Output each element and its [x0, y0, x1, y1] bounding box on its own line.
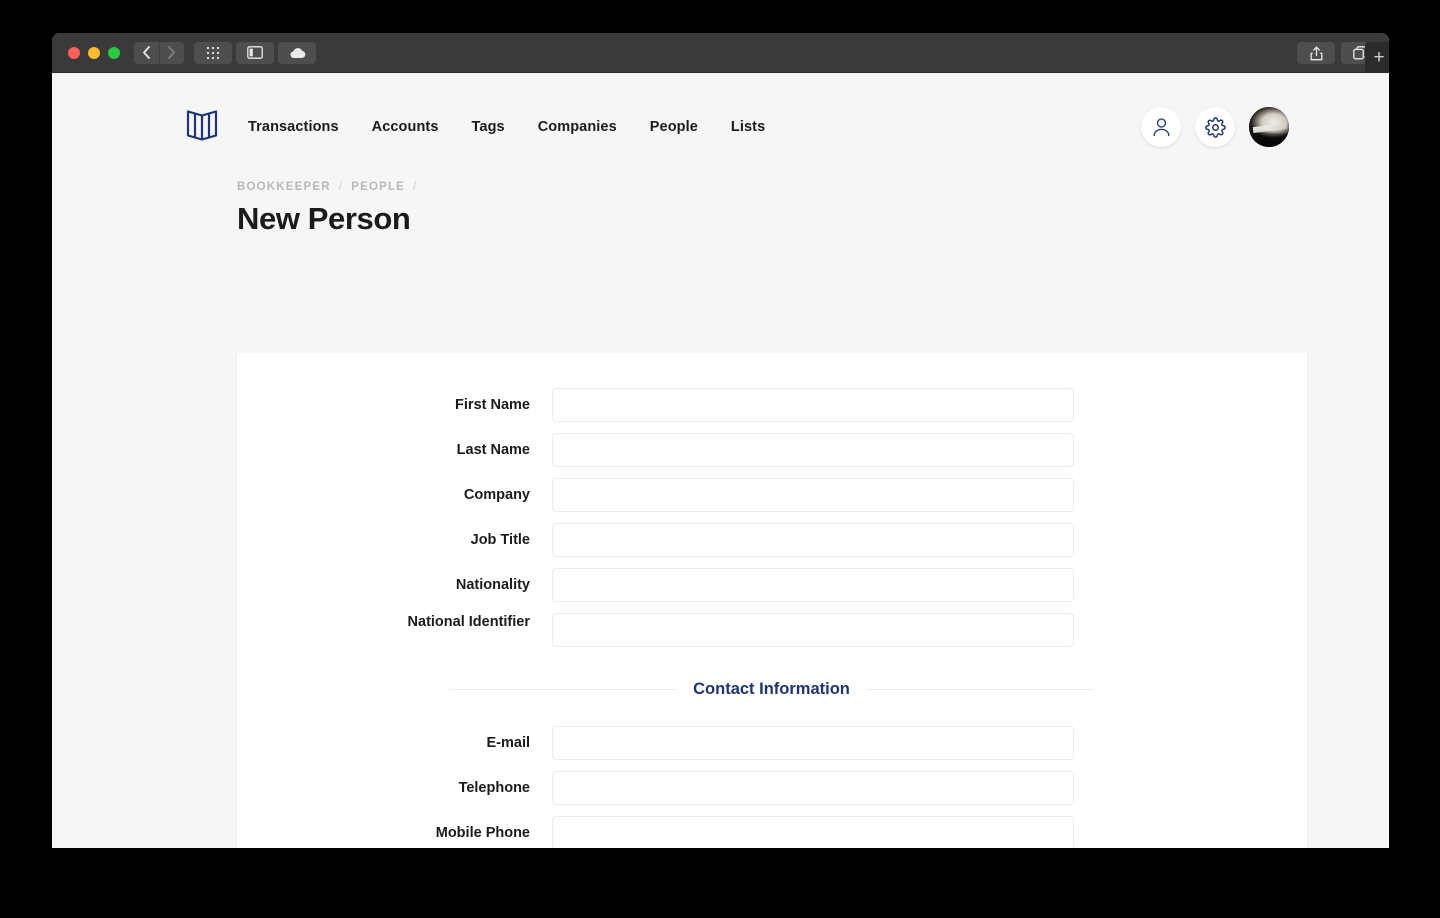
- share-icon: [1310, 46, 1322, 60]
- nav-item-companies[interactable]: Companies: [538, 119, 617, 135]
- field-row-first-name: First Name: [237, 388, 1307, 422]
- breadcrumb: BOOKKEEPER / PEOPLE /: [237, 181, 1351, 193]
- field-row-email: E-mail: [237, 726, 1307, 760]
- input-company[interactable]: [552, 478, 1074, 512]
- share-button[interactable]: [1297, 42, 1335, 64]
- label-first-name: First Name: [455, 397, 530, 413]
- field-row-national-identifier: National Identifier: [237, 613, 1307, 647]
- breadcrumb-item-people[interactable]: PEOPLE: [351, 181, 405, 193]
- toolbar-left-group: [194, 41, 316, 64]
- input-national-identifier[interactable]: [552, 613, 1074, 647]
- label-last-name: Last Name: [456, 442, 530, 458]
- close-window-button[interactable]: [68, 46, 80, 59]
- settings-button[interactable]: [1195, 107, 1235, 147]
- page-viewport: Transactions Accounts Tags Companies Peo…: [52, 73, 1389, 848]
- field-row-mobile-phone: Mobile Phone: [237, 816, 1307, 848]
- field-row-last-name: Last Name: [237, 433, 1307, 467]
- label-job-title: Job Title: [470, 532, 530, 548]
- back-button[interactable]: [134, 42, 159, 64]
- input-telephone[interactable]: [552, 771, 1074, 805]
- chevron-right-icon: [168, 46, 175, 59]
- minimize-window-button[interactable]: [88, 46, 100, 59]
- icloud-button[interactable]: [278, 41, 316, 64]
- browser-window: bookkeeper.test +: [52, 33, 1389, 848]
- input-mobile-phone[interactable]: [552, 816, 1074, 848]
- field-row-job-title: Job Title: [237, 523, 1307, 557]
- input-nationality[interactable]: [552, 568, 1074, 602]
- breadcrumb-separator: /: [338, 181, 344, 193]
- new-person-form: First Name Last Name Company Job Title N: [237, 353, 1307, 848]
- browser-titlebar: bookkeeper.test +: [52, 33, 1389, 98]
- section-contact-information: Contact Information: [237, 680, 1307, 699]
- forward-button[interactable]: [159, 42, 184, 64]
- nav-item-tags[interactable]: Tags: [472, 119, 505, 135]
- app-header: Transactions Accounts Tags Companies Peo…: [52, 73, 1389, 181]
- breadcrumb-separator-2: /: [413, 181, 418, 193]
- nav-item-transactions[interactable]: Transactions: [248, 119, 339, 135]
- new-tab-button[interactable]: +: [1365, 42, 1389, 73]
- section-title-contact-information: Contact Information: [693, 680, 850, 698]
- header-actions: [1141, 107, 1289, 147]
- divider-line-left: [449, 689, 678, 690]
- breadcrumb-item-bookkeeper[interactable]: BOOKKEEPER: [237, 181, 331, 193]
- chevron-left-icon: [143, 46, 150, 59]
- label-email: E-mail: [486, 735, 530, 751]
- label-telephone: Telephone: [458, 780, 530, 796]
- gear-icon: [1204, 116, 1226, 138]
- form-card: First Name Last Name Company Job Title N: [237, 353, 1307, 848]
- field-row-telephone: Telephone: [237, 771, 1307, 805]
- nav-buttons-group: [134, 41, 184, 64]
- input-first-name[interactable]: [552, 388, 1074, 422]
- field-row-nationality: Nationality: [237, 568, 1307, 602]
- account-button[interactable]: [1141, 107, 1181, 147]
- window-controls: [68, 46, 120, 59]
- maximize-window-button[interactable]: [108, 46, 120, 59]
- label-mobile-phone: Mobile Phone: [435, 825, 530, 841]
- sidebar-icon: [247, 46, 263, 59]
- input-last-name[interactable]: [552, 433, 1074, 467]
- cloud-icon: [289, 47, 305, 58]
- page-title: New Person: [237, 201, 411, 236]
- show-apps-button[interactable]: [194, 41, 232, 64]
- grid-icon: [206, 46, 220, 59]
- toolbar-right-group: +: [1297, 33, 1389, 73]
- toggle-sidebar-button[interactable]: [236, 41, 274, 64]
- input-email[interactable]: [552, 726, 1074, 760]
- user-icon: [1153, 118, 1169, 137]
- open-book-icon: [186, 109, 218, 141]
- field-row-company: Company: [237, 478, 1307, 512]
- avatar-image-shadow: [1249, 133, 1289, 147]
- nav-item-lists[interactable]: Lists: [731, 119, 765, 135]
- main-navigation: Transactions Accounts Tags Companies Peo…: [248, 119, 765, 135]
- label-national-identifier: National Identifier: [407, 614, 530, 630]
- divider-line-right: [865, 689, 1094, 690]
- label-company: Company: [463, 487, 530, 503]
- avatar[interactable]: [1249, 107, 1289, 147]
- nav-item-accounts[interactable]: Accounts: [372, 119, 439, 135]
- label-nationality: Nationality: [455, 577, 530, 593]
- nav-item-people[interactable]: People: [650, 119, 698, 135]
- bookkeeper-logo-icon[interactable]: [186, 108, 218, 147]
- page-head: BOOKKEEPER / PEOPLE / New Person: [52, 181, 1389, 237]
- input-job-title[interactable]: [552, 523, 1074, 557]
